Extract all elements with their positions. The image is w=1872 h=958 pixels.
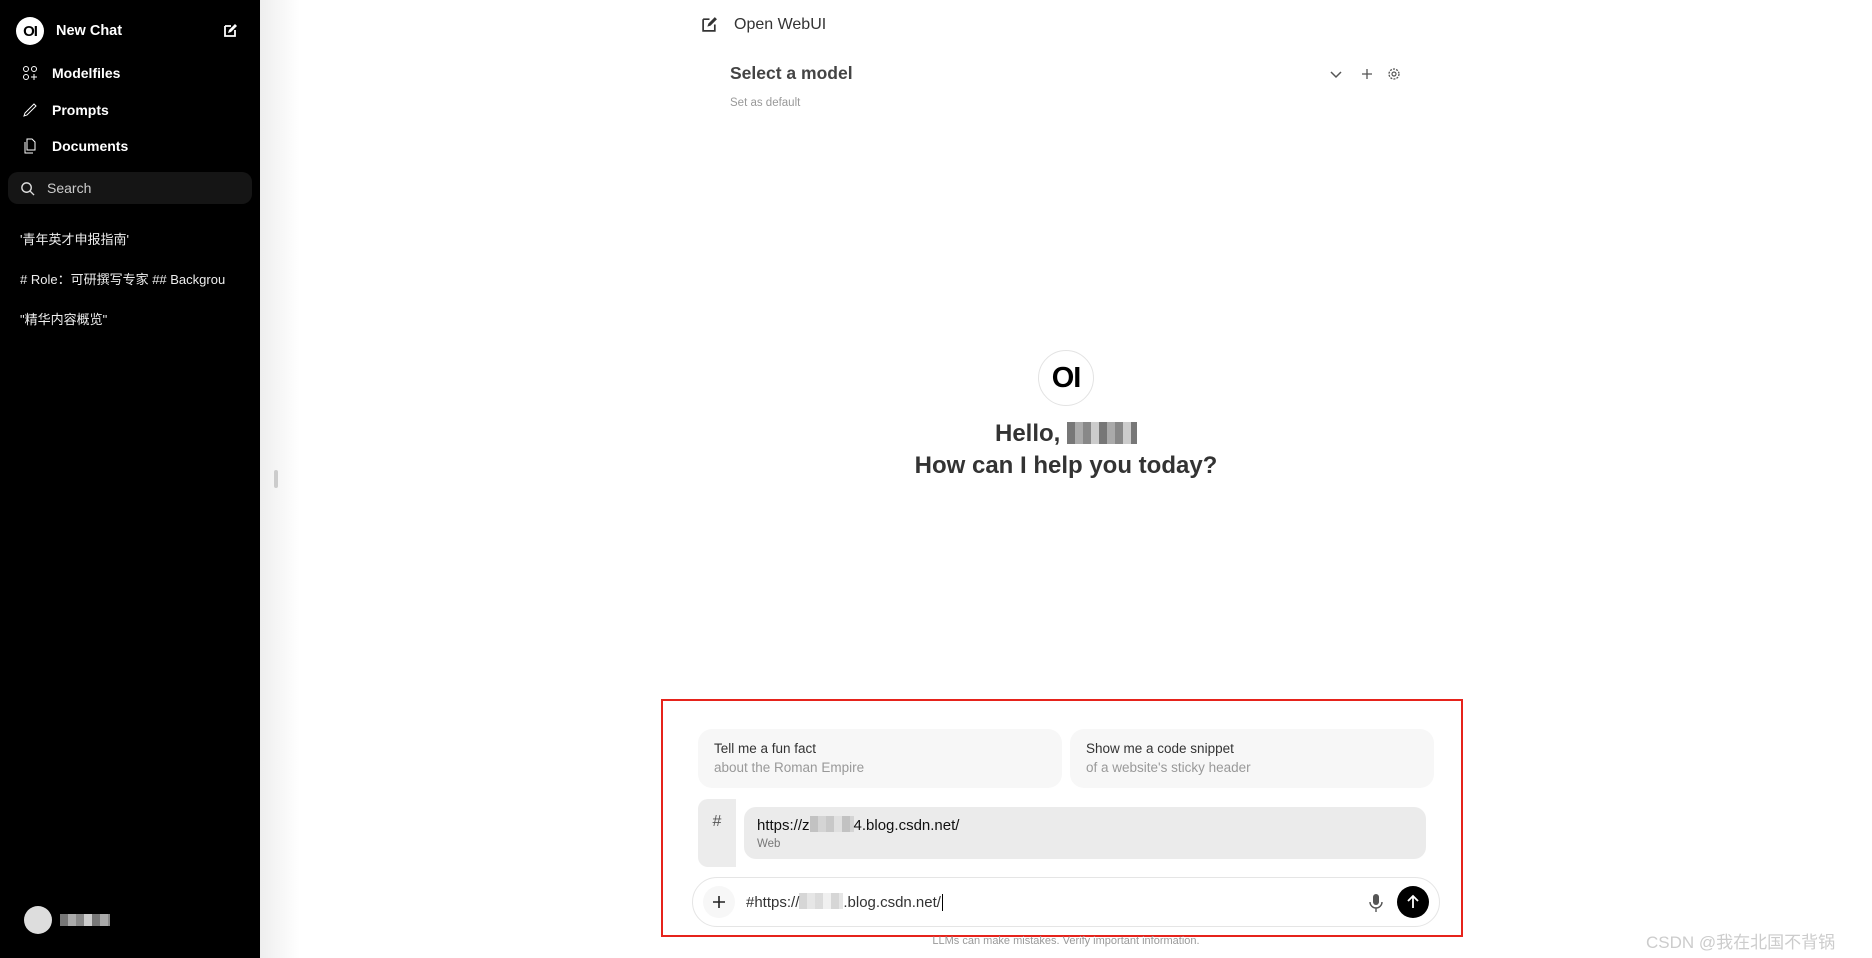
documents-icon: [24, 138, 36, 154]
new-chat-button[interactable]: New Chat: [56, 23, 122, 39]
url-suffix: 4.blog.csdn.net/: [853, 817, 960, 834]
chat-item[interactable]: '青年英才申报指南': [20, 229, 245, 248]
greeting-hello: Hello,: [994, 420, 1061, 447]
greeting: Hello,: [0, 420, 1872, 448]
input-suffix: .blog.csdn.net/: [843, 894, 941, 911]
chat-input-text[interactable]: #https:// .blog.csdn.net/: [746, 893, 943, 911]
search-input[interactable]: Search: [8, 172, 252, 204]
pencil-icon: [23, 103, 37, 117]
text-cursor: [941, 894, 943, 911]
chevron-down-icon[interactable]: [1329, 67, 1343, 81]
gear-icon[interactable]: [1387, 67, 1401, 81]
modelfiles-icon: [23, 66, 37, 80]
sidebar-item-modelfiles[interactable]: Modelfiles: [22, 65, 120, 81]
sidebar-item-label: Prompts: [52, 102, 109, 118]
openwebui-logo: OI: [16, 17, 44, 45]
disclaimer: LLMs can make mistakes. Verify important…: [932, 935, 1200, 947]
hash-symbol: #: [698, 799, 736, 867]
chat-item[interactable]: "精华内容概览": [20, 309, 245, 328]
watermark: CSDN @我在北国不背锅: [1646, 933, 1836, 952]
greeting-subtitle: How can I help you today?: [914, 452, 1218, 479]
url-type: Web: [757, 838, 781, 850]
chat-item[interactable]: # Role：可研撰写专家 ## Backgrou: [20, 269, 245, 288]
model-select[interactable]: Select a model: [730, 63, 853, 84]
sidebar-item-documents[interactable]: Documents: [22, 138, 128, 154]
set-default-link[interactable]: Set as default: [730, 97, 800, 109]
blurred-text: [799, 893, 844, 909]
attach-button[interactable]: [703, 886, 735, 918]
suggestion-card[interactable]: Tell me a fun fact about the Roman Empire: [698, 729, 1062, 788]
plus-icon: [713, 896, 725, 908]
compose-icon[interactable]: [701, 16, 718, 33]
url-prefix: https://z: [757, 817, 810, 834]
send-button[interactable]: [1397, 886, 1429, 918]
chat-input[interactable]: #https:// .blog.csdn.net/: [692, 877, 1440, 927]
suggestion-subtitle: about the Roman Empire: [714, 760, 865, 775]
web-url-option[interactable]: https://z 4.blog.csdn.net/ Web: [744, 807, 1426, 859]
sidebar-item-label: Modelfiles: [52, 65, 121, 81]
search-placeholder: Search: [47, 180, 92, 196]
microphone-icon[interactable]: [1369, 893, 1383, 913]
web-reference-popup: # https://z 4.blog.csdn.net/ Web: [698, 799, 1434, 867]
suggestion-card[interactable]: Show me a code snippet of a website's sti…: [1070, 729, 1434, 788]
suggestion-subtitle: of a website's sticky header: [1086, 760, 1251, 775]
search-icon: [21, 181, 35, 196]
blurred-text: [809, 816, 854, 832]
user-avatar[interactable]: [24, 906, 52, 934]
sidebar-item-prompts[interactable]: Prompts: [22, 102, 109, 118]
blurred-username: [1067, 422, 1137, 444]
blurred-username: [60, 914, 110, 926]
input-prefix: #https://: [746, 894, 800, 911]
suggestion-title: Show me a code snippet: [1086, 741, 1234, 756]
suggestion-title: Tell me a fun fact: [714, 741, 817, 756]
arrow-up-icon: [1407, 894, 1419, 908]
openwebui-logo: OI: [1038, 350, 1094, 406]
sidebar-item-label: Documents: [52, 138, 129, 154]
app-title: Open WebUI: [734, 16, 827, 33]
plus-icon[interactable]: [1361, 68, 1373, 80]
compose-icon[interactable]: [222, 23, 238, 39]
